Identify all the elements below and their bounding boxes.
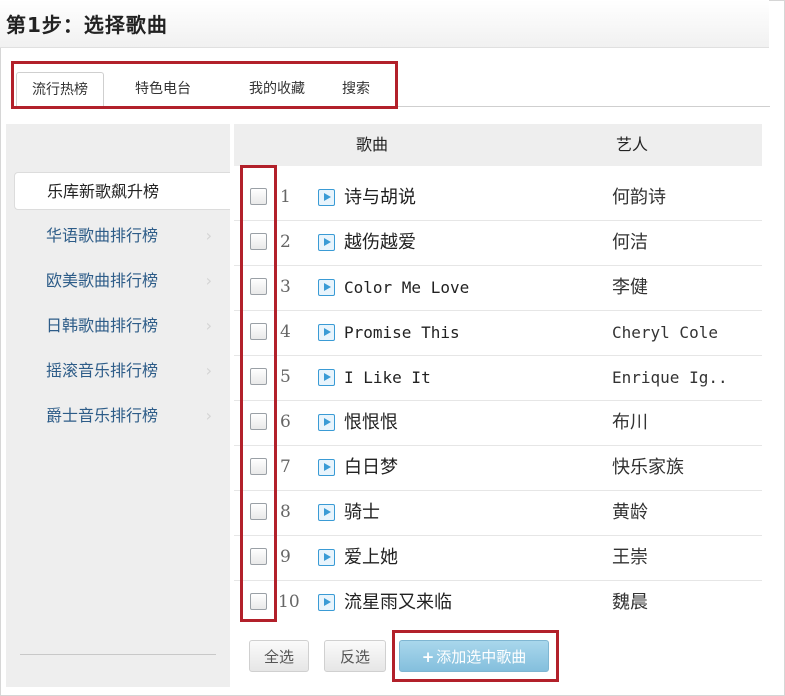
play-icon[interactable]	[318, 279, 335, 296]
sidebar-item-new-songs-rising[interactable]: 乐库新歌飙升榜	[14, 172, 230, 210]
chevron-right-icon: ›	[205, 316, 212, 335]
row-number: 6	[280, 412, 291, 432]
chevron-right-icon: ›	[205, 271, 212, 290]
table-row: 10 流星雨又来临 魏晨	[234, 580, 762, 625]
add-button-highlight-box	[392, 630, 559, 682]
row-number: 8	[280, 502, 291, 522]
artist-name: 何韵诗	[612, 187, 666, 208]
artist-name: 快乐家族	[612, 457, 684, 478]
table-row: 9 爱上她 王崇	[234, 535, 762, 581]
step-title: 第1步：选择歌曲	[6, 13, 168, 37]
song-title: Promise This	[344, 323, 460, 342]
sidebar-item-rock-chart[interactable]: 摇滚音乐排行榜 ›	[6, 352, 226, 390]
sidebar-item-western-chart[interactable]: 欧美歌曲排行榜 ›	[6, 262, 226, 300]
sidebar-item-label: 爵士音乐排行榜	[46, 406, 159, 425]
table-row: 2 越伤越爱 何洁	[234, 220, 762, 266]
artist-name: Enrique Ig..	[612, 368, 728, 387]
row-number: 9	[280, 547, 291, 567]
play-icon[interactable]	[318, 189, 335, 206]
table-row: 8 骑士 黄龄	[234, 490, 762, 536]
chevron-right-icon: ›	[205, 226, 212, 245]
play-icon[interactable]	[318, 459, 335, 476]
sidebar-item-label: 摇滚音乐排行榜	[46, 361, 159, 380]
sidebar-item-jpkr-chart[interactable]: 日韩歌曲排行榜 ›	[6, 307, 226, 345]
select-all-button[interactable]: 全选	[249, 640, 309, 672]
artist-name: 王崇	[612, 547, 648, 568]
song-title: 骑士	[344, 502, 380, 523]
row-number: 10	[278, 592, 300, 612]
artist-name: 布川	[612, 412, 648, 433]
artist-name: 魏晨	[612, 592, 648, 613]
tabs-highlight-box	[11, 61, 398, 109]
table-row: 3 Color Me Love 李健	[234, 265, 762, 311]
header-artist: 艺人	[616, 135, 649, 154]
song-title: 白日梦	[344, 457, 398, 478]
row-number: 2	[280, 232, 291, 252]
chevron-right-icon: ›	[205, 361, 212, 380]
song-title: 爱上她	[344, 547, 398, 568]
artist-name: 李健	[612, 277, 648, 298]
play-icon[interactable]	[318, 549, 335, 566]
chevron-right-icon: ›	[205, 406, 212, 425]
sidebar-item-label: 欧美歌曲排行榜	[46, 271, 159, 290]
header-song: 歌曲	[356, 135, 389, 154]
song-table-header: 歌曲 艺人	[234, 124, 762, 166]
chart-sidebar: 乐库新歌飙升榜 华语歌曲排行榜 › 欧美歌曲排行榜 › 日韩歌曲排行榜 › 摇滚…	[6, 124, 230, 687]
table-row: 6 恨恨恨 布川	[234, 400, 762, 446]
song-title: Color Me Love	[344, 278, 470, 297]
row-number: 4	[280, 322, 291, 342]
play-icon[interactable]	[318, 414, 335, 431]
song-title: 恨恨恨	[344, 412, 398, 433]
play-icon[interactable]	[318, 369, 335, 386]
invert-selection-button[interactable]: 反选	[324, 640, 386, 672]
play-icon[interactable]	[318, 594, 335, 611]
table-row: 1 诗与胡说 何韵诗	[234, 175, 762, 221]
table-row: 4 Promise This Cheryl Cole	[234, 310, 762, 356]
sidebar-item-label: 日韩歌曲排行榜	[46, 316, 159, 335]
sidebar-item-jazz-chart[interactable]: 爵士音乐排行榜 ›	[6, 397, 226, 435]
step-header: 第1步：选择歌曲	[0, 0, 769, 48]
sidebar-item-label: 华语歌曲排行榜	[46, 226, 159, 245]
sidebar-item-label: 乐库新歌飙升榜	[47, 182, 160, 201]
song-title: I Like It	[344, 368, 431, 387]
play-icon[interactable]	[318, 234, 335, 251]
checkbox-highlight-box	[240, 165, 277, 622]
row-number: 3	[280, 277, 291, 297]
row-number: 5	[280, 367, 291, 387]
sidebar-divider	[20, 654, 216, 655]
artist-name: 黄龄	[612, 502, 648, 523]
table-row: 5 I Like It Enrique Ig..	[234, 355, 762, 401]
song-title: 越伤越爱	[344, 232, 416, 253]
sidebar-item-chinese-chart[interactable]: 华语歌曲排行榜 ›	[6, 217, 226, 255]
row-number: 1	[280, 187, 291, 207]
play-icon[interactable]	[318, 324, 335, 341]
row-number: 7	[280, 457, 291, 477]
song-title: 流星雨又来临	[344, 592, 452, 613]
artist-name: 何洁	[612, 232, 648, 253]
artist-name: Cheryl Cole	[612, 323, 718, 342]
play-icon[interactable]	[318, 504, 335, 521]
song-title: 诗与胡说	[344, 187, 416, 208]
table-row: 7 白日梦 快乐家族	[234, 445, 762, 491]
